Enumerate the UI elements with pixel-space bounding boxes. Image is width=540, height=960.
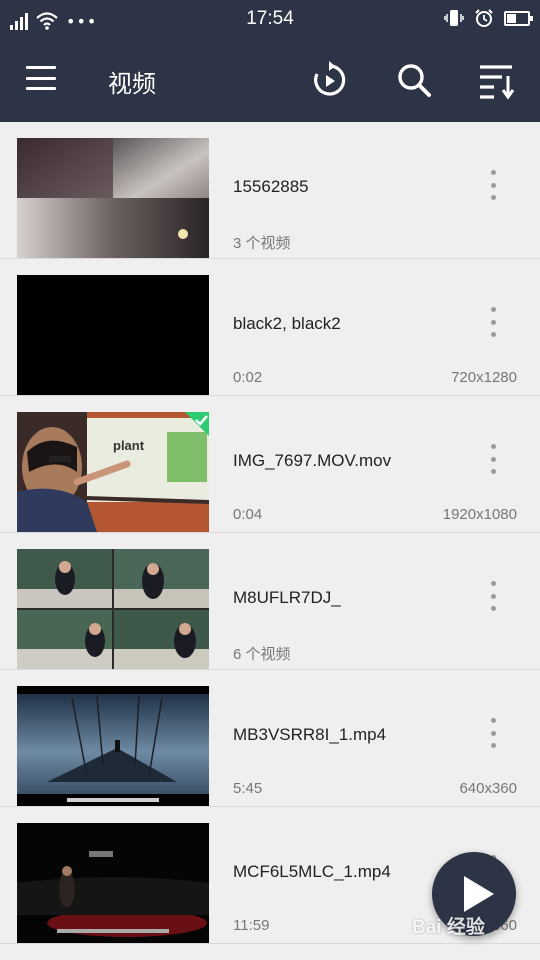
video-count: 3 个视频 — [233, 235, 291, 252]
video-thumbnail — [17, 549, 209, 669]
video-resolution: 640x360 — [459, 780, 517, 797]
video-duration: 5:45 — [233, 780, 263, 797]
status-right — [444, 8, 533, 28]
more-options-button[interactable] — [484, 444, 502, 474]
page-title: 视频 — [108, 70, 156, 98]
thumbnail-caption: plant — [113, 438, 145, 453]
search-icon — [398, 64, 431, 97]
video-thumbnail: plant — [17, 412, 209, 532]
list-item[interactable]: MB3VSRR8I_1.mp4 5:45 640x360 — [0, 670, 540, 807]
list-item[interactable]: black2, black2 0:02 720x1280 — [0, 259, 540, 396]
more-options-button[interactable] — [484, 581, 502, 611]
video-thumbnail — [17, 138, 209, 258]
app-bar: 视频 — [0, 38, 540, 122]
video-thumbnail — [17, 823, 209, 943]
more-options-button[interactable] — [484, 170, 502, 200]
video-title: black2, black2 — [233, 314, 341, 333]
video-title: MCF6L5MLC_1.mp4 — [233, 862, 391, 881]
video-thumbnail — [17, 275, 209, 395]
more-options-button[interactable] — [484, 307, 502, 337]
more-options-button[interactable] — [484, 718, 502, 748]
video-title: 15562885 — [233, 177, 309, 196]
sort-icon — [480, 65, 515, 100]
sort-button[interactable] — [477, 60, 517, 100]
list-item[interactable]: M8UFLR7DJ_ 6 个视频 — [0, 533, 540, 670]
video-title: MB3VSRR8I_1.mp4 — [233, 725, 387, 744]
video-title: IMG_7697.MOV.mov — [233, 451, 392, 470]
video-thumbnail — [17, 686, 209, 806]
checkmark-icon — [185, 412, 209, 436]
watermark-text: Bai 经验 — [412, 917, 485, 938]
video-resolution: 1920x1080 — [442, 506, 517, 523]
list-item[interactable]: plant IMG_7697.MOV.mov 0:04 1920x1080 — [0, 396, 540, 533]
video-duration: 0:02 — [233, 369, 263, 386]
vibrate-icon — [444, 10, 464, 26]
play-icon — [464, 876, 494, 912]
play-history-button[interactable] — [309, 60, 349, 100]
replay-icon — [314, 61, 346, 96]
video-resolution: 720x1280 — [451, 369, 517, 386]
video-list: 15562885 3 个视频 black2, black2 0:02 720x1… — [0, 122, 540, 944]
video-count: 6 个视频 — [233, 646, 291, 663]
video-title: M8UFLR7DJ_ — [233, 588, 341, 607]
list-item[interactable]: 15562885 3 个视频 — [0, 122, 540, 259]
status-bar: ••• 17:54 — [0, 0, 540, 38]
menu-button[interactable] — [26, 66, 56, 90]
alarm-icon — [475, 9, 493, 27]
search-button[interactable] — [394, 60, 434, 100]
video-duration: 11:59 — [233, 917, 270, 934]
battery-icon — [504, 10, 533, 26]
video-duration: 0:04 — [233, 506, 263, 523]
